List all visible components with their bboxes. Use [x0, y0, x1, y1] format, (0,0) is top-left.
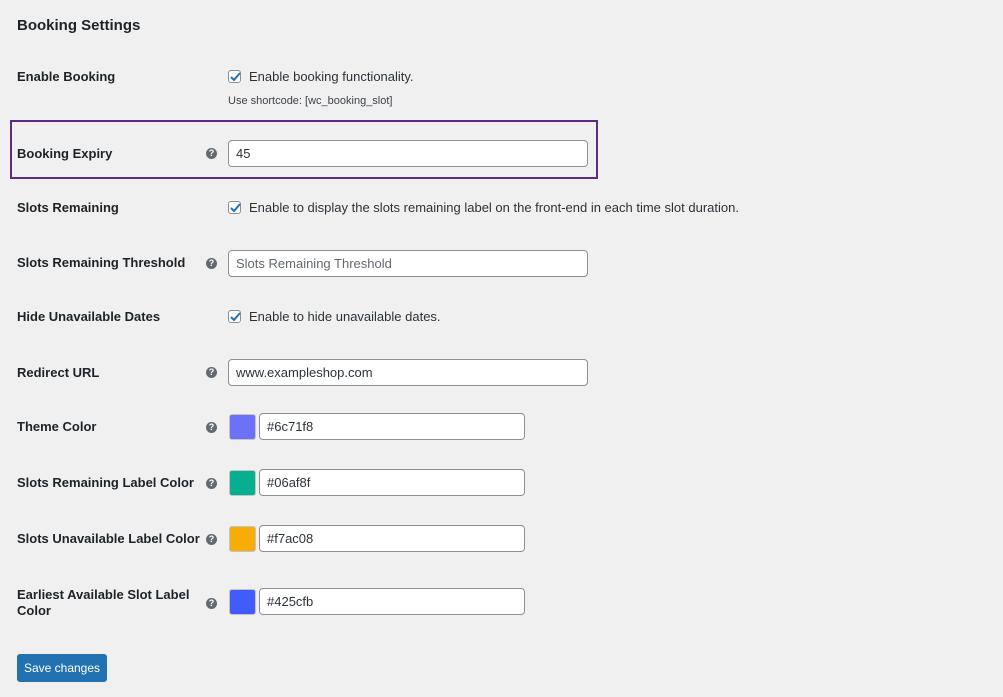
redirect-url-input[interactable] — [228, 359, 588, 386]
checkmark-icon — [230, 72, 241, 82]
slots-remaining-threshold-label: Slots Remaining Threshold — [17, 255, 186, 270]
slots-unavailable-label-color-label: Slots Unavailable Label Color — [17, 531, 200, 546]
enable-booking-description: Use shortcode: [wc_booking_slot] — [228, 95, 393, 107]
slots-remaining-threshold-input[interactable] — [228, 250, 588, 277]
slots-unavailable-label-color-swatch[interactable] — [229, 526, 256, 552]
theme-color-help-icon[interactable]: ? — [206, 422, 217, 433]
enable-booking-label: Enable Booking — [17, 69, 116, 84]
booking-expiry-help-icon[interactable]: ? — [206, 148, 217, 159]
slots-remaining-label-color-help-icon[interactable]: ? — [206, 478, 217, 489]
slots-unavailable-label-color-help-icon[interactable]: ? — [206, 534, 217, 545]
hide-unavailable-dates-label: Hide Unavailable Dates — [17, 309, 161, 324]
theme-color-label: Theme Color — [17, 419, 97, 434]
hide-unavailable-dates-checkbox[interactable] — [228, 310, 241, 323]
redirect-url-help-icon[interactable]: ? — [206, 367, 217, 378]
checkmark-icon — [230, 312, 241, 322]
slots-unavailable-label-color-input[interactable] — [259, 525, 525, 552]
earliest-slot-label-color-label-line2: Color — [17, 603, 51, 618]
earliest-slot-label-color-swatch[interactable] — [229, 589, 256, 615]
save-changes-button[interactable]: Save changes — [17, 654, 107, 682]
enable-booking-checkbox[interactable] — [228, 70, 241, 83]
earliest-slot-label-color-input[interactable] — [259, 588, 525, 615]
theme-color-swatch[interactable] — [229, 414, 256, 440]
earliest-slot-label-color-label-line1: Earliest Available Slot Label — [17, 587, 190, 602]
booking-expiry-input[interactable] — [228, 140, 588, 167]
booking-expiry-label: Booking Expiry — [17, 146, 113, 161]
slots-remaining-label-color-swatch[interactable] — [229, 470, 256, 496]
page-title: Booking Settings — [17, 17, 141, 34]
redirect-url-label: Redirect URL — [17, 365, 100, 380]
checkmark-icon — [230, 203, 241, 213]
slots-remaining-threshold-help-icon[interactable]: ? — [206, 258, 217, 269]
slots-remaining-checkbox[interactable] — [228, 201, 241, 214]
slots-remaining-label-color-input[interactable] — [259, 469, 525, 496]
hide-unavailable-dates-checkbox-label[interactable]: Enable to hide unavailable dates. — [249, 309, 441, 325]
slots-remaining-checkbox-label[interactable]: Enable to display the slots remaining la… — [249, 200, 739, 216]
earliest-slot-label-color-help-icon[interactable]: ? — [206, 598, 217, 609]
theme-color-input[interactable] — [259, 413, 525, 440]
slots-remaining-label-color-label: Slots Remaining Label Color — [17, 475, 194, 490]
enable-booking-checkbox-label[interactable]: Enable booking functionality. — [249, 69, 414, 85]
slots-remaining-label: Slots Remaining — [17, 200, 119, 215]
